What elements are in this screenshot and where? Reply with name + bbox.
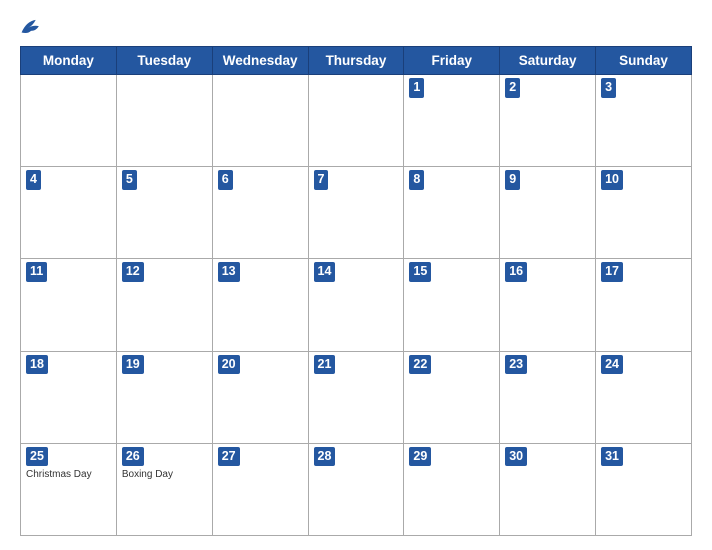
day-number: 10 — [601, 170, 623, 190]
day-number: 23 — [505, 355, 527, 375]
day-number: 18 — [26, 355, 48, 375]
day-number: 16 — [505, 262, 527, 282]
day-header-tuesday: Tuesday — [116, 47, 212, 75]
calendar-day-cell — [116, 75, 212, 167]
calendar-day-cell: 2 — [500, 75, 596, 167]
calendar-day-cell: 3 — [596, 75, 692, 167]
day-number: 12 — [122, 262, 144, 282]
calendar-day-cell: 6 — [212, 167, 308, 259]
calendar-day-cell: 9 — [500, 167, 596, 259]
calendar-week-row: 4 5 6 7 8 9 10 — [21, 167, 692, 259]
holiday-label: Boxing Day — [122, 469, 207, 480]
calendar-day-cell: 7 — [308, 167, 404, 259]
day-number: 28 — [314, 447, 336, 467]
day-number: 26 — [122, 447, 144, 467]
day-number: 24 — [601, 355, 623, 375]
calendar-day-cell: 30 — [500, 443, 596, 535]
day-number: 11 — [26, 262, 47, 282]
day-number: 27 — [218, 447, 240, 467]
day-number: 2 — [505, 78, 520, 98]
logo — [20, 18, 44, 36]
day-number: 5 — [122, 170, 137, 190]
day-header-monday: Monday — [21, 47, 117, 75]
calendar-week-row: 25 Christmas Day 26 Boxing Day 27 28 29 30 31 — [21, 443, 692, 535]
calendar-day-cell: 20 — [212, 351, 308, 443]
day-number: 20 — [218, 355, 240, 375]
calendar-header-row: MondayTuesdayWednesdayThursdayFridaySatu… — [21, 47, 692, 75]
calendar-day-cell: 18 — [21, 351, 117, 443]
day-number: 31 — [601, 447, 623, 467]
day-number: 14 — [314, 262, 336, 282]
calendar-day-cell: 17 — [596, 259, 692, 351]
calendar-week-row: 1 2 3 — [21, 75, 692, 167]
calendar-table: MondayTuesdayWednesdayThursdayFridaySatu… — [20, 46, 692, 536]
calendar-day-cell: 27 — [212, 443, 308, 535]
calendar-day-cell: 23 — [500, 351, 596, 443]
day-number: 29 — [409, 447, 431, 467]
calendar-day-cell: 19 — [116, 351, 212, 443]
day-number: 19 — [122, 355, 144, 375]
calendar-day-cell: 10 — [596, 167, 692, 259]
day-number: 8 — [409, 170, 424, 190]
day-number: 7 — [314, 170, 329, 190]
holiday-label: Christmas Day — [26, 469, 111, 480]
calendar-day-cell — [212, 75, 308, 167]
calendar-day-cell: 28 — [308, 443, 404, 535]
calendar-day-cell: 26 Boxing Day — [116, 443, 212, 535]
logo-bird-icon — [20, 18, 42, 36]
calendar-day-cell: 14 — [308, 259, 404, 351]
calendar-day-cell: 25 Christmas Day — [21, 443, 117, 535]
day-number: 9 — [505, 170, 520, 190]
calendar-day-cell: 31 — [596, 443, 692, 535]
calendar-day-cell: 12 — [116, 259, 212, 351]
calendar-day-cell — [308, 75, 404, 167]
calendar-day-cell — [21, 75, 117, 167]
calendar-day-cell: 29 — [404, 443, 500, 535]
header — [20, 18, 692, 36]
day-number: 30 — [505, 447, 527, 467]
day-number: 22 — [409, 355, 431, 375]
day-number: 1 — [409, 78, 424, 98]
calendar-day-cell: 16 — [500, 259, 596, 351]
day-number: 21 — [314, 355, 336, 375]
calendar-day-cell: 1 — [404, 75, 500, 167]
calendar-day-cell: 8 — [404, 167, 500, 259]
day-number: 6 — [218, 170, 233, 190]
calendar-day-cell: 15 — [404, 259, 500, 351]
calendar-day-cell: 22 — [404, 351, 500, 443]
day-header-sunday: Sunday — [596, 47, 692, 75]
logo-blue-text — [20, 18, 44, 36]
calendar-day-cell: 24 — [596, 351, 692, 443]
day-number: 4 — [26, 170, 41, 190]
calendar-day-cell: 4 — [21, 167, 117, 259]
day-number: 3 — [601, 78, 616, 98]
calendar-day-cell: 5 — [116, 167, 212, 259]
calendar-day-cell: 11 — [21, 259, 117, 351]
calendar-day-cell: 21 — [308, 351, 404, 443]
calendar-day-cell: 13 — [212, 259, 308, 351]
day-number: 15 — [409, 262, 431, 282]
day-header-thursday: Thursday — [308, 47, 404, 75]
calendar-week-row: 18 19 20 21 22 23 24 — [21, 351, 692, 443]
day-header-friday: Friday — [404, 47, 500, 75]
calendar-week-row: 11 12 13 14 15 16 17 — [21, 259, 692, 351]
day-number: 25 — [26, 447, 48, 467]
day-header-wednesday: Wednesday — [212, 47, 308, 75]
day-number: 17 — [601, 262, 623, 282]
day-number: 13 — [218, 262, 240, 282]
day-header-saturday: Saturday — [500, 47, 596, 75]
